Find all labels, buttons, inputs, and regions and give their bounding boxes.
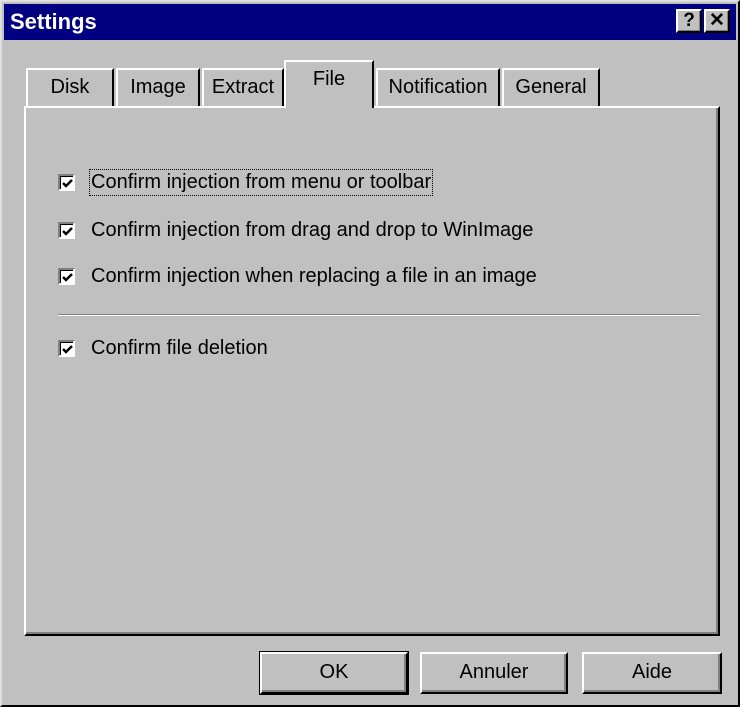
tab-label: Image <box>130 76 186 98</box>
option-confirm-replace-file[interactable]: Confirm injection when replacing a file … <box>58 262 537 290</box>
tab-image[interactable]: Image <box>116 68 200 106</box>
checkmark-icon <box>62 272 73 282</box>
checkmark-icon <box>62 344 73 354</box>
tab-label: Extract <box>211 76 275 98</box>
close-icon: ✕ <box>709 10 725 31</box>
help-icon: ? <box>683 10 695 31</box>
tab-label: Notification <box>388 76 488 98</box>
tab-label: Disk <box>50 76 90 98</box>
tab-label: General <box>515 76 587 98</box>
checkbox[interactable] <box>58 173 75 191</box>
cancel-button[interactable]: Annuler <box>420 652 568 694</box>
option-confirm-drag-drop[interactable]: Confirm injection from drag and drop to … <box>58 216 533 244</box>
tab-disk[interactable]: Disk <box>26 68 114 106</box>
option-label: Confirm file deletion <box>91 336 268 359</box>
option-label: Confirm injection when replacing a file … <box>91 264 537 287</box>
tab-notification[interactable]: Notification <box>376 68 500 106</box>
option-label: Confirm injection from drag and drop to … <box>91 218 534 241</box>
help-dialog-button[interactable]: Aide <box>582 652 722 694</box>
option-confirm-menu-toolbar[interactable]: Confirm injection from menu or toolbar <box>58 168 434 196</box>
separator <box>58 314 700 316</box>
checkbox[interactable] <box>58 267 75 285</box>
checkmark-icon <box>62 226 73 236</box>
settings-dialog: Settings ? ✕ Disk Image Extract File Not… <box>0 0 740 707</box>
checkbox[interactable] <box>58 339 75 357</box>
tab-general[interactable]: General <box>502 68 600 106</box>
help-button[interactable]: ? <box>676 9 702 33</box>
title-bar: Settings ? ✕ <box>4 4 736 40</box>
tab-file[interactable]: File <box>284 60 374 108</box>
tab-extract[interactable]: Extract <box>202 68 284 106</box>
tab-label: File <box>312 68 346 90</box>
option-confirm-file-deletion[interactable]: Confirm file deletion <box>58 334 268 362</box>
checkmark-icon <box>62 178 73 188</box>
ok-button[interactable]: OK <box>260 652 408 694</box>
option-label: Confirm injection from menu or toolbar <box>88 168 434 196</box>
checkbox[interactable] <box>58 221 75 239</box>
window-title: Settings <box>10 9 97 34</box>
close-button[interactable]: ✕ <box>704 9 730 33</box>
